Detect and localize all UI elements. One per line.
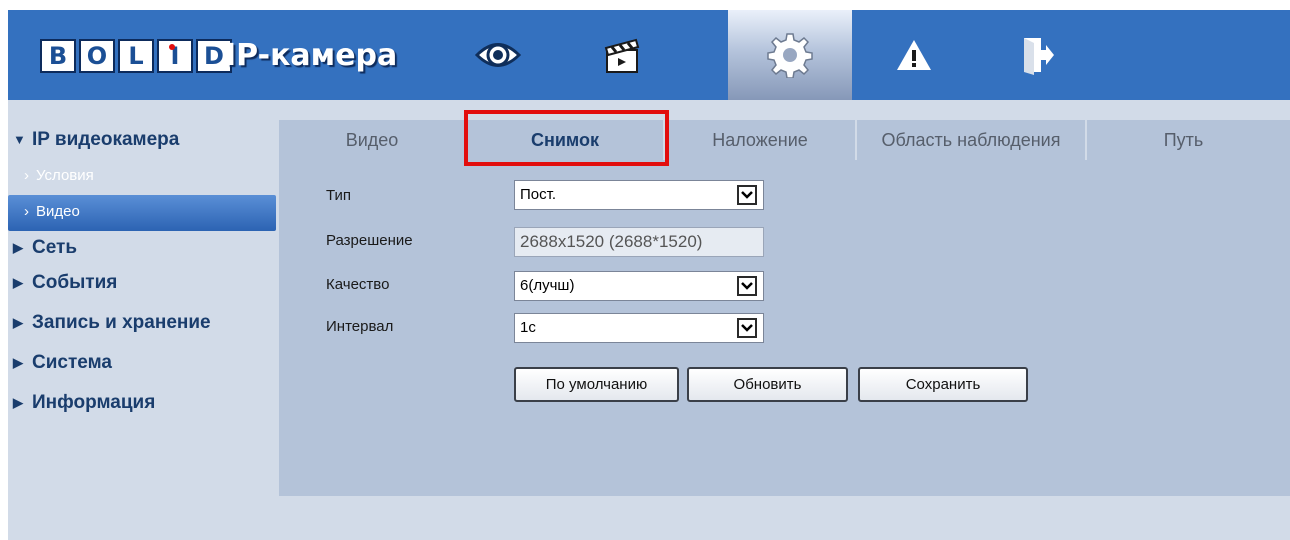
tab-video[interactable]: Видео bbox=[279, 120, 467, 160]
sidebar-item-label: Условия bbox=[36, 167, 94, 184]
nav-playback-button[interactable] bbox=[560, 10, 684, 100]
refresh-button[interactable]: Обновить bbox=[687, 367, 848, 402]
tab-overlay[interactable]: Наложение bbox=[665, 120, 857, 160]
sidebar: ▼ IP видеокамера › Условия › Видео ▶ Сет… bbox=[8, 118, 276, 423]
interval-select[interactable]: 1с bbox=[514, 313, 764, 343]
chevron-right-icon: › bbox=[24, 203, 29, 220]
logo-letter-l: L bbox=[118, 39, 154, 73]
logo-letters: B O L I D bbox=[40, 39, 232, 73]
interval-label: Интервал bbox=[326, 318, 394, 335]
triangle-right-icon: ▶ bbox=[13, 355, 23, 370]
nav-settings-button[interactable] bbox=[728, 10, 852, 100]
logo: B O L I D bbox=[40, 36, 232, 76]
logo-letter-o: O bbox=[79, 39, 115, 73]
logo-letter-i: I bbox=[157, 39, 193, 73]
sidebar-item-events[interactable]: ▶ События bbox=[8, 263, 276, 303]
type-select-value: Пост. bbox=[520, 186, 556, 203]
resolution-label: Разрешение bbox=[326, 232, 413, 249]
sidebar-item-system[interactable]: ▶ Система bbox=[8, 343, 276, 383]
eye-icon bbox=[475, 43, 521, 67]
interval-select-value: 1с bbox=[520, 319, 536, 336]
quality-select[interactable]: 6(лучш) bbox=[514, 271, 764, 301]
dropdown-arrow-icon bbox=[737, 276, 757, 296]
tab-path[interactable]: Путь bbox=[1087, 120, 1280, 160]
logo-letter-b: B bbox=[40, 39, 76, 73]
tab-observation-area[interactable]: Область наблюдения bbox=[857, 120, 1087, 160]
logout-icon bbox=[1024, 38, 1054, 75]
sidebar-subitem-conditions[interactable]: › Условия bbox=[8, 162, 276, 195]
app-title: IP-камера bbox=[225, 38, 398, 73]
sidebar-item-ip-camera[interactable]: ▼ IP видеокамера bbox=[8, 118, 276, 162]
gear-icon bbox=[767, 33, 813, 78]
sidebar-item-label: Запись и хранение bbox=[32, 312, 211, 333]
type-select[interactable]: Пост. bbox=[514, 180, 764, 210]
sidebar-subitem-video[interactable]: › Видео bbox=[8, 195, 276, 231]
nav-alarm-button[interactable] bbox=[852, 10, 976, 100]
sidebar-item-label: Видео bbox=[36, 203, 80, 220]
tab-snapshot[interactable]: Снимок bbox=[467, 120, 665, 160]
quality-select-value: 6(лучш) bbox=[520, 277, 575, 294]
sidebar-item-label: Система bbox=[32, 352, 112, 373]
dropdown-arrow-icon bbox=[737, 185, 757, 205]
sidebar-item-network[interactable]: ▶ Сеть bbox=[8, 231, 276, 263]
dropdown-arrow-icon bbox=[737, 318, 757, 338]
triangle-right-icon: ▶ bbox=[13, 315, 23, 330]
content-panel bbox=[279, 120, 1290, 496]
nav-live-view-button[interactable] bbox=[436, 10, 560, 100]
sidebar-item-label: Сеть bbox=[32, 237, 78, 258]
tab-bar: Видео Снимок Наложение Область наблюдени… bbox=[279, 120, 1280, 160]
triangle-down-icon: ▼ bbox=[13, 132, 26, 147]
resolution-field: 2688x1520 (2688*1520) bbox=[514, 227, 764, 257]
default-button[interactable]: По умолчанию bbox=[514, 367, 679, 402]
quality-label: Качество bbox=[326, 276, 390, 293]
sidebar-item-recording[interactable]: ▶ Запись и хранение bbox=[8, 303, 276, 343]
triangle-right-icon: ▶ bbox=[13, 240, 23, 255]
sidebar-item-info[interactable]: ▶ Информация bbox=[8, 383, 276, 423]
top-header: B O L I D IP-камера bbox=[8, 10, 1290, 100]
clapperboard-icon bbox=[604, 38, 640, 73]
warning-icon bbox=[897, 40, 931, 70]
type-label: Тип bbox=[326, 187, 352, 204]
sidebar-item-label: Информация bbox=[32, 392, 156, 413]
sidebar-item-label: События bbox=[32, 272, 118, 293]
triangle-right-icon: ▶ bbox=[13, 275, 23, 290]
save-button[interactable]: Сохранить bbox=[858, 367, 1028, 402]
chevron-right-icon: › bbox=[24, 167, 29, 184]
triangle-right-icon: ▶ bbox=[13, 395, 23, 410]
nav-logout-button[interactable] bbox=[976, 10, 1100, 100]
sidebar-item-label: IP видеокамера bbox=[32, 129, 180, 150]
